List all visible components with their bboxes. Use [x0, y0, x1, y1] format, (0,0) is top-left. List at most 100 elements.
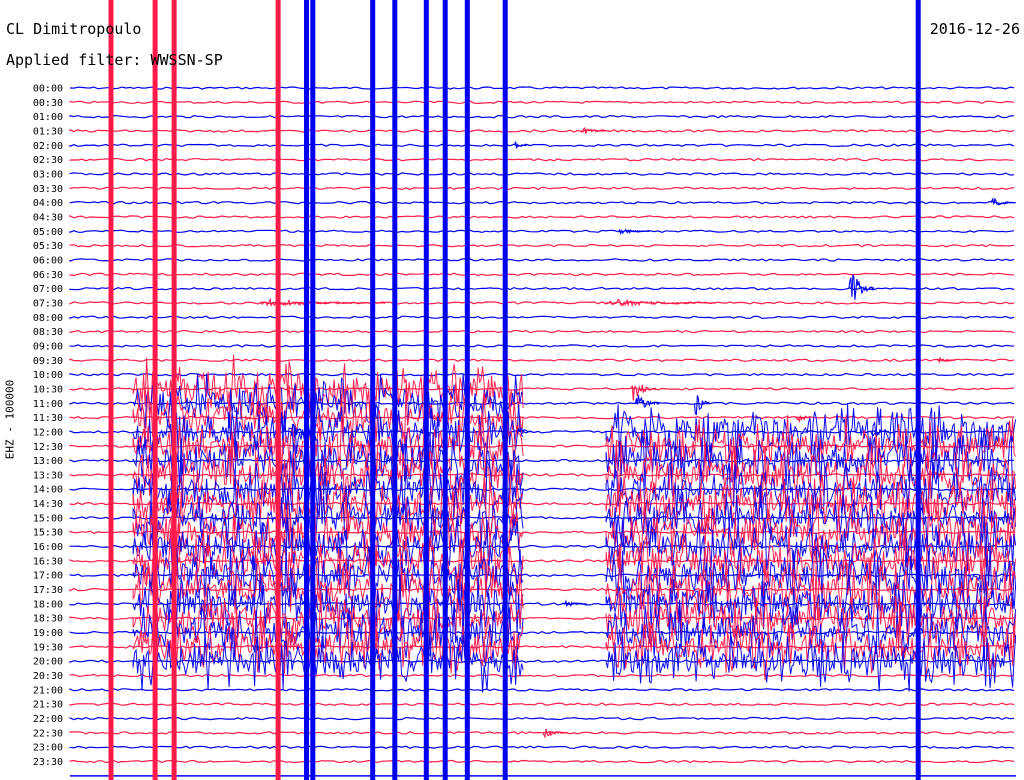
trace-row	[69, 272, 1015, 277]
time-tick-label: 00:00	[33, 84, 63, 95]
time-tick-label: 18:30	[33, 614, 63, 625]
time-tick-label: 22:00	[33, 714, 63, 725]
time-tick-label: 07:30	[33, 298, 63, 309]
time-tick-labels: 00:00 00:30 01:00 01:30 02:00 02:30 03:00 03:30…	[33, 84, 63, 769]
time-tick-label: 00:30	[33, 98, 63, 109]
trace-row	[69, 702, 1015, 706]
time-tick-label: 09:30	[33, 356, 63, 367]
clipped-spike	[310, 0, 316, 780]
clipped-spike	[392, 0, 398, 780]
time-tick-label: 05:30	[33, 241, 63, 252]
trace-row	[69, 329, 1015, 334]
trace-row	[69, 716, 1015, 721]
time-tick-label: 16:30	[33, 556, 63, 567]
trace-row	[69, 258, 1015, 262]
time-tick-label: 02:00	[33, 141, 63, 152]
trace-row	[69, 86, 1015, 90]
clipped-spike	[502, 0, 508, 780]
trace-row	[69, 100, 1015, 105]
time-tick-label: 03:00	[33, 169, 63, 180]
trace-row	[69, 214, 1015, 219]
trace-row	[69, 243, 1015, 248]
clipped-spike	[915, 0, 921, 780]
trace-row	[69, 143, 1015, 148]
time-tick-label: 08:30	[33, 327, 63, 338]
date-label: 2016-12-26	[929, 20, 1020, 38]
filter-label: Applied filter: WWSSN-SP	[6, 51, 223, 69]
time-tick-label: 10:30	[33, 384, 63, 395]
time-tick-label: 06:00	[33, 255, 63, 266]
trace-row	[69, 745, 1015, 749]
swarm-burst	[132, 517, 524, 578]
trace-row	[69, 372, 1015, 377]
trace-row	[69, 387, 1015, 391]
clipped-spike	[442, 0, 448, 780]
time-tick-label: 10:00	[33, 370, 63, 381]
time-tick-label: 02:30	[33, 155, 63, 166]
time-tick-label: 04:00	[33, 198, 63, 209]
trace-row	[69, 128, 1015, 133]
time-tick-label: 12:30	[33, 442, 63, 453]
time-tick-label: 20:30	[33, 671, 63, 682]
seismic-event	[795, 415, 811, 424]
clipped-spike	[152, 0, 158, 780]
trace-row	[69, 114, 1015, 119]
time-tick-label: 01:30	[33, 126, 63, 137]
time-tick-label: 19:00	[33, 628, 63, 639]
trace-row	[69, 731, 1015, 735]
time-tick-label: 05:00	[33, 227, 63, 238]
time-tick-label: 13:30	[33, 470, 63, 481]
time-tick-label: 03:30	[33, 184, 63, 195]
time-tick-label: 11:00	[33, 399, 63, 410]
time-tick-label: 07:00	[33, 284, 63, 295]
time-tick-label: 17:00	[33, 571, 63, 582]
time-tick-label: 08:00	[33, 313, 63, 324]
clipped-spike	[275, 0, 281, 780]
time-tick-label: 17:30	[33, 585, 63, 596]
trace-row	[69, 172, 1015, 176]
time-tick-label: 15:30	[33, 528, 63, 539]
station-name: CL Dimitropoulo	[6, 20, 142, 38]
time-tick-label: 21:00	[33, 685, 63, 696]
trace-row	[69, 157, 1014, 162]
time-tick-label: 09:00	[33, 341, 63, 352]
clipped-spike	[108, 0, 114, 780]
swarm-burst	[132, 628, 524, 693]
time-tick-label: 06:30	[33, 270, 63, 281]
clipped-spike	[370, 0, 376, 780]
swarm-bursts	[132, 354, 1017, 693]
trace-row	[69, 186, 1015, 191]
trace-row	[69, 573, 1015, 577]
trace-row	[69, 759, 1015, 764]
time-tick-label: 12:00	[33, 427, 63, 438]
time-tick-label: 04:30	[33, 212, 63, 223]
time-tick-label: 23:00	[33, 743, 63, 754]
seismic-event	[618, 228, 650, 236]
trace-row	[69, 688, 1015, 692]
trace-row	[69, 229, 1015, 234]
clipped-spike	[171, 0, 177, 780]
trace-row	[69, 630, 1015, 635]
time-tick-label: 19:30	[33, 642, 63, 653]
time-tick-label: 15:00	[33, 513, 63, 524]
trace-row	[69, 315, 1015, 320]
time-tick-label: 18:00	[33, 599, 63, 610]
trace-row	[69, 673, 1015, 678]
seismic-event	[630, 384, 657, 401]
trace-row	[69, 487, 1015, 491]
channel-label: EHZ - 100000	[3, 379, 17, 460]
trace-row	[69, 200, 1015, 205]
seismic-event	[634, 394, 660, 408]
time-tick-label: 14:30	[33, 499, 63, 510]
trace-row	[69, 544, 1015, 549]
seismic-event	[848, 274, 875, 300]
helicorder-plot: 00:00 00:30 01:00 01:30 02:00 02:30 03:00 03:30…	[33, 0, 1017, 780]
time-tick-label: 23:30	[33, 757, 63, 768]
clipped-spike	[304, 0, 309, 780]
time-tick-label: 16:00	[33, 542, 63, 553]
trace-row	[69, 358, 1015, 363]
clipped-spike	[464, 0, 470, 780]
seismic-event	[693, 395, 710, 416]
time-tick-label: 22:30	[33, 728, 63, 739]
trace-row	[69, 415, 1015, 420]
